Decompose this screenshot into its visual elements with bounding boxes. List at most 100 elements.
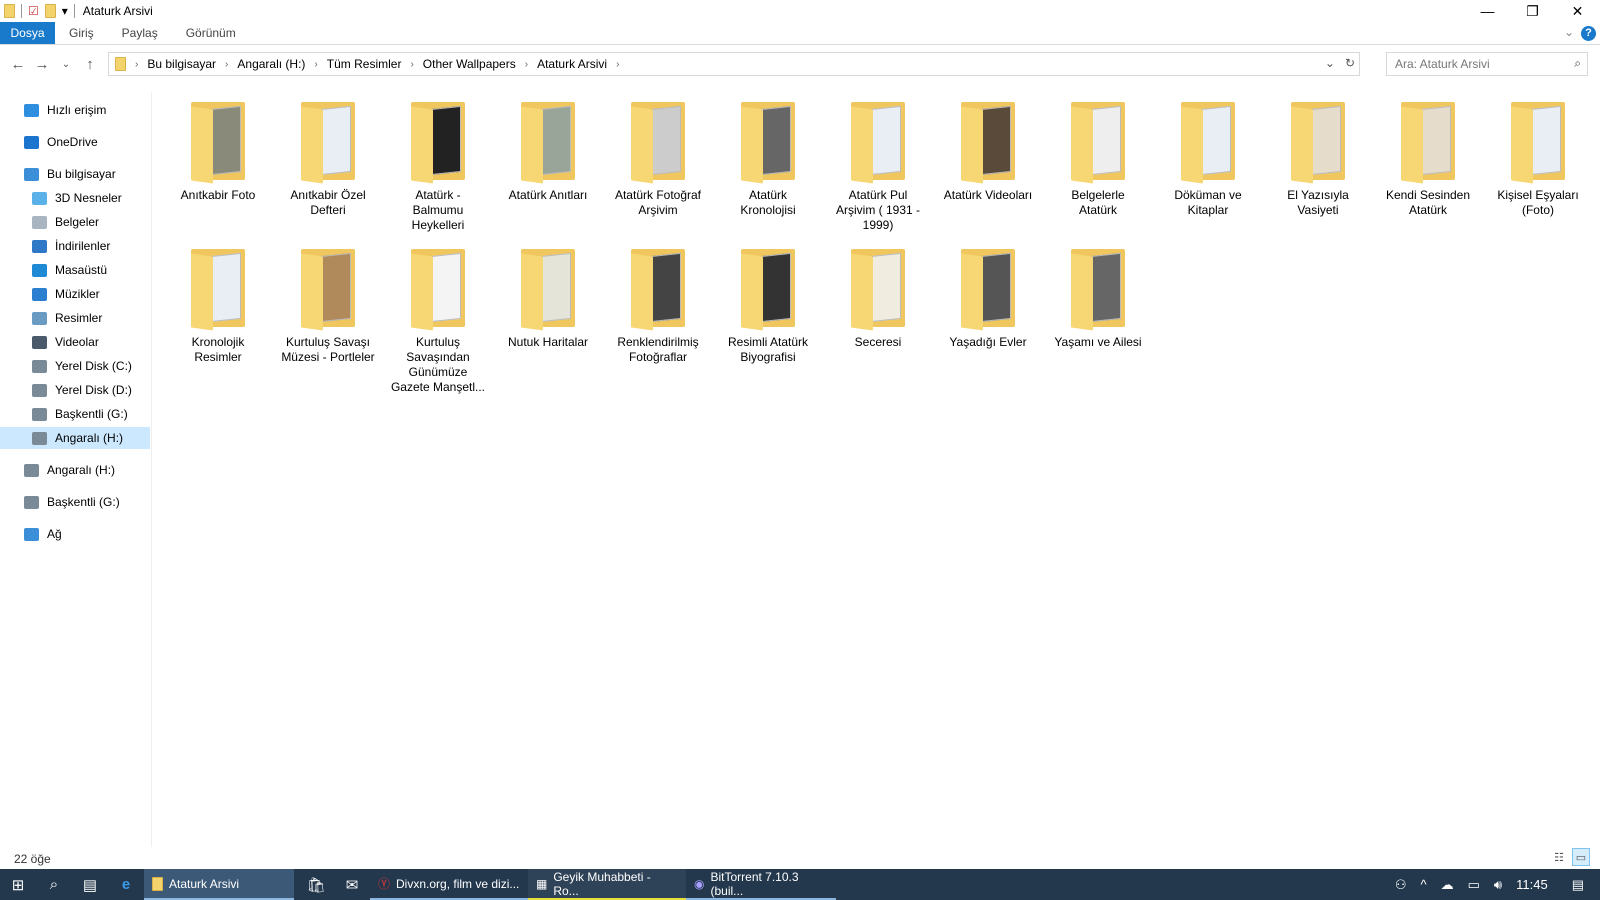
people-icon[interactable]: ⚇ [1395, 877, 1407, 893]
sidebar-item[interactable]: Hızlı erişim [0, 99, 150, 121]
folder-icon [152, 876, 163, 891]
sidebar-item[interactable]: Başkentli (G:) [0, 491, 150, 513]
recent-locations-button[interactable]: ⌄ [54, 59, 78, 70]
start-button-windows-icon[interactable]: ⊞ [0, 869, 36, 900]
refresh-button[interactable]: ↻ [1345, 56, 1355, 70]
expand-ribbon-icon[interactable]: ⌄ [1564, 25, 1574, 39]
folder-item[interactable]: Yaşamı ve Ailesi [1044, 245, 1152, 350]
taskbar-app-yandex[interactable]: Ⓨ Divxn.org, film ve dizi... [370, 869, 528, 900]
folder-label: Yaşamı ve Ailesi [1054, 335, 1142, 349]
tab-file[interactable]: Dosya [0, 22, 55, 44]
breadcrumb-other-wallpapers[interactable]: Other Wallpapers [423, 57, 516, 71]
sidebar-item[interactable]: Bu bilgisayar [0, 163, 150, 185]
divider [73, 4, 75, 18]
sidebar-item[interactable]: Resimler [0, 307, 150, 329]
sidebar-item[interactable]: İndirilenler [0, 235, 150, 257]
folder-label: Atatürk - Balmumu Heykelleri [411, 188, 465, 232]
sidebar-item[interactable]: Yerel Disk (D:) [0, 379, 150, 401]
folder-item[interactable]: Atatürk Pul Arşivim ( 1931 - 1999) [824, 98, 932, 233]
sidebar-item[interactable]: Ağ [0, 523, 150, 545]
details-view-button[interactable]: ☷ [1550, 848, 1568, 866]
folder-item[interactable]: Kişisel Eşyaları (Foto) [1484, 98, 1592, 218]
mail-icon[interactable]: ✉ [334, 869, 370, 900]
sidebar-item[interactable]: 3D Nesneler [0, 187, 150, 209]
folder-item[interactable]: Atatürk - Balmumu Heykelleri [384, 98, 492, 233]
sidebar-item-label: Angaralı (H:) [47, 463, 116, 477]
folder-item[interactable]: Yaşadığı Evler [934, 245, 1042, 350]
restore-button[interactable]: ❐ [1510, 0, 1555, 22]
address-bar[interactable]: › Bu bilgisayar › Angaralı (H:) › Tüm Resim… [108, 52, 1360, 76]
folder-label: Kişisel Eşyaları (Foto) [1497, 188, 1579, 217]
store-icon[interactable]: 🛍 [298, 869, 334, 900]
help-icon[interactable]: ? [1581, 26, 1596, 41]
action-center-icon[interactable]: ▤ [1572, 877, 1584, 893]
back-button[interactable]: ← [6, 56, 30, 73]
tab-view[interactable]: Görünüm [172, 22, 250, 44]
folder-item[interactable]: Renklendirilmiş Fotoğraflar [604, 245, 712, 365]
tab-share[interactable]: Paylaş [108, 22, 172, 44]
properties-icon[interactable]: ☑ [28, 4, 39, 18]
folder-item[interactable]: Atatürk Kronolojisi [714, 98, 822, 218]
taskbar-app-explorer[interactable]: Ataturk Arsivi [144, 869, 294, 900]
new-folder-icon[interactable] [44, 4, 56, 18]
sidebar-item[interactable]: OneDrive [0, 131, 150, 153]
search-input[interactable]: Ara: Ataturk Arsivi ⌕ [1386, 52, 1588, 76]
clock[interactable]: 11:45 [1516, 877, 1548, 892]
sidebar-item[interactable]: Belgeler [0, 211, 150, 233]
taskbar-app-label: BitTorrent 7.10.3 (buil... [710, 869, 799, 898]
sidebar-item[interactable]: Videolar [0, 331, 150, 353]
folder-item[interactable]: Atatürk Anıtları [494, 98, 602, 203]
folder-item[interactable]: Atatürk Fotoğraf Arşivim [604, 98, 712, 218]
customize-quick-access-icon[interactable]: ▾ [62, 4, 68, 18]
up-button[interactable]: ↑ [78, 56, 102, 73]
tab-home[interactable]: Giriş [55, 22, 108, 44]
folder-item[interactable]: El Yazısıyla Vasiyeti [1264, 98, 1372, 218]
drive-icon [32, 359, 47, 373]
onedrive-cloud-icon[interactable]: ☁ [1441, 877, 1454, 893]
large-icons-view-button[interactable]: ▭ [1572, 848, 1590, 866]
document-icon [32, 215, 47, 229]
show-hidden-icons-icon[interactable]: ^ [1421, 877, 1427, 892]
folder-item[interactable]: Resimli Atatürk Biyografisi [714, 245, 822, 365]
sidebar-item[interactable]: Angaralı (H:) [0, 459, 150, 481]
address-dropdown-icon[interactable]: ⌄ [1325, 56, 1335, 70]
task-view-icon[interactable]: ▤ [72, 869, 108, 900]
yandex-browser-icon: Ⓨ [378, 877, 391, 891]
folder-item[interactable]: Seceresi [824, 245, 932, 350]
sidebar-item[interactable]: Angaralı (H:) [0, 427, 150, 449]
search-icon[interactable]: ⌕ [1574, 56, 1581, 71]
taskbar-app-media-player[interactable]: ▦ Geyik Muhabbeti - Ro... [528, 869, 686, 900]
folder-label: Kurtuluş Savaşından Günümüze Gazete Manş… [390, 335, 486, 394]
folder-item[interactable]: Belgelerle Atatürk [1044, 98, 1152, 218]
breadcrumb-this-pc[interactable]: Bu bilgisayar [147, 57, 216, 71]
close-button[interactable]: ✕ [1555, 0, 1600, 22]
volume-icon[interactable]: 🔊︎ [1494, 877, 1502, 893]
search-icon[interactable]: ⌕ [36, 869, 72, 900]
forward-button[interactable]: → [30, 56, 54, 73]
folder-icon [847, 98, 909, 184]
folder-item[interactable]: Kronolojik Resimler [164, 245, 272, 365]
video-icon [32, 335, 47, 349]
folder-item[interactable]: Anıtkabir Foto [164, 98, 272, 203]
folder-item[interactable]: Döküman ve Kitaplar [1154, 98, 1262, 218]
folder-item[interactable]: Kurtuluş Savaşı Müzesi - Portleler [274, 245, 382, 365]
breadcrumb-all-pictures[interactable]: Tüm Resimler [327, 57, 402, 71]
network-icon[interactable]: ▭ [1468, 877, 1480, 893]
navigation-bar: ← → ⌄ ↑ › Bu bilgisayar › Angaralı (H:) › T… [0, 52, 1600, 76]
sidebar-item[interactable]: Müzikler [0, 283, 150, 305]
sidebar-item[interactable]: Başkentli (G:) [0, 403, 150, 425]
folder-item[interactable]: Atatürk Videoları [934, 98, 1042, 203]
sidebar-item[interactable]: Yerel Disk (C:) [0, 355, 150, 377]
sidebar-item[interactable]: Masaüstü [0, 259, 150, 281]
taskbar-app-bittorrent[interactable]: ◉ BitTorrent 7.10.3 (buil... [686, 869, 836, 900]
folder-item[interactable]: Kurtuluş Savaşından Günümüze Gazete Manş… [384, 245, 492, 395]
breadcrumb-drive-h[interactable]: Angaralı (H:) [237, 57, 305, 71]
folder-label: Atatürk Videoları [943, 188, 1033, 202]
breadcrumb-ataturk-arsivi[interactable]: Ataturk Arsivi [537, 57, 607, 71]
folder-item[interactable]: Anıtkabir Özel Defteri [274, 98, 382, 218]
edge-browser-icon[interactable]: e [108, 869, 144, 900]
folder-icon [1397, 98, 1459, 184]
folder-item[interactable]: Kendi Sesinden Atatürk [1374, 98, 1482, 218]
minimize-button[interactable]: — [1465, 0, 1510, 22]
folder-item[interactable]: Nutuk Haritalar [494, 245, 602, 350]
